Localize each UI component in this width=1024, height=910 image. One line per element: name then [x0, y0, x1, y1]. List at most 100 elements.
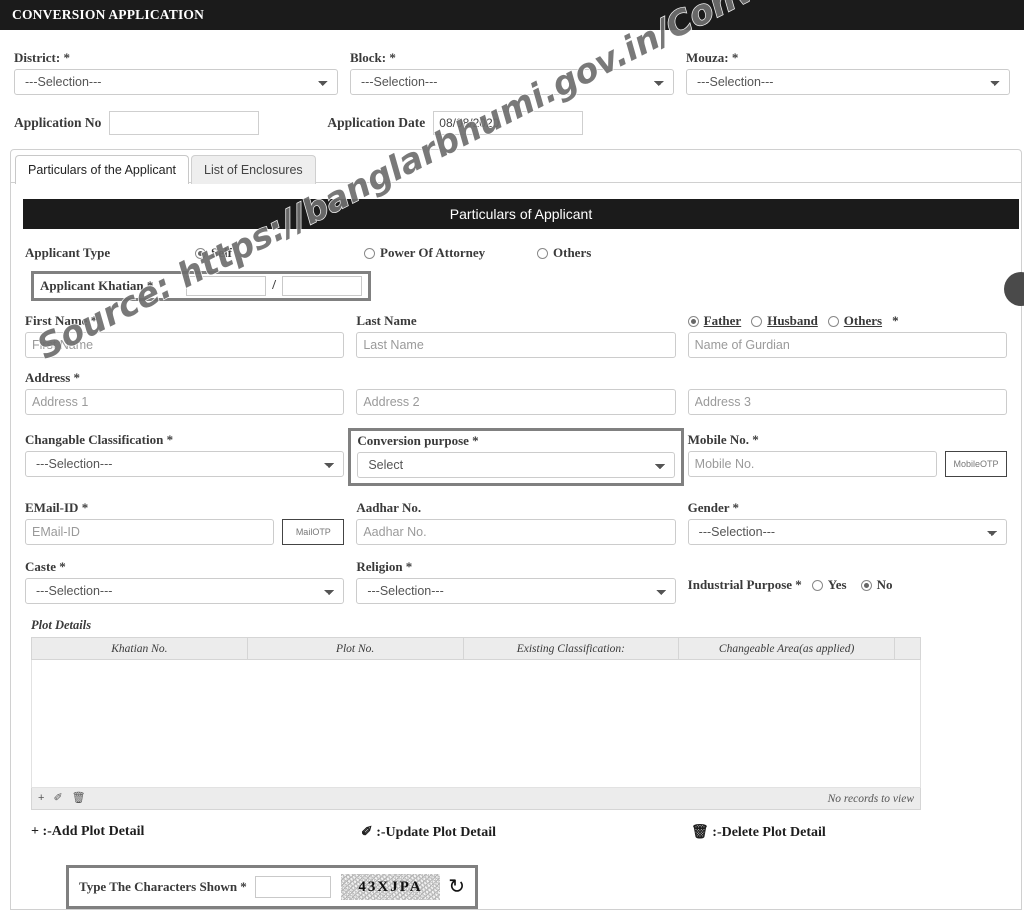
application-no-input[interactable]	[109, 111, 260, 135]
plot-details-section: Plot Details Khatian No. Plot No. Existi…	[11, 604, 1021, 810]
changable-classification-field: Changable Classification * ---Selection-…	[19, 432, 350, 486]
radio-label: Others	[843, 313, 883, 328]
address-label: Address *	[25, 370, 81, 385]
tab-list-of-enclosures[interactable]: List of Enclosures	[191, 155, 316, 184]
mobile-otp-button[interactable]: MobileOTP	[944, 451, 1007, 477]
address3-input[interactable]	[687, 389, 1007, 415]
radio-industrial-yes[interactable]: Yes	[811, 577, 847, 593]
radio-guardian-husband[interactable]: Husband	[751, 313, 818, 329]
guardian-radio-group: Father Husband Others *	[687, 313, 1007, 329]
gender-field: Gender * ---Selection---	[682, 500, 1013, 545]
mouza-label: Mouza: *	[686, 50, 739, 65]
email-input[interactable]	[25, 519, 275, 545]
address3-field: .	[682, 370, 1013, 415]
address1-input[interactable]	[25, 389, 345, 415]
radio-industrial-no[interactable]: No	[860, 577, 892, 593]
applicant-type-row: Applicant Type Self Power Of Attorney Ot…	[11, 229, 1021, 271]
radio-label: Yes	[827, 577, 847, 592]
block-label: Block: *	[350, 50, 396, 65]
radio-guardian-father[interactable]: Father	[687, 313, 741, 329]
radio-icon	[860, 579, 872, 591]
guardian-name-input[interactable]	[687, 332, 1007, 358]
col-existing-classification: Existing Classification:	[462, 637, 680, 660]
tab-label: Particulars of the Applicant	[28, 163, 176, 177]
add-icon[interactable]: +	[38, 793, 44, 804]
legend-update: ✐ :-Update Plot Detail	[361, 824, 691, 841]
name-row: First Name * Last Name Father Husband Ot…	[11, 301, 1021, 358]
refresh-icon[interactable]: ↻	[448, 877, 465, 897]
caste-label: Caste *	[25, 559, 66, 574]
tab-particulars-of-the-applicant[interactable]: Particulars of the Applicant	[15, 155, 189, 184]
radio-icon	[827, 315, 839, 327]
edit-icon[interactable]: ✐	[53, 793, 62, 804]
radio-guardian-others[interactable]: Others	[827, 313, 883, 329]
conversion-purpose-label: Conversion purpose *	[357, 433, 479, 448]
delete-icon: 🗑	[691, 825, 709, 840]
gender-select[interactable]: ---Selection---	[687, 519, 1007, 545]
address2-input[interactable]	[356, 389, 676, 415]
applicant-khatian-label: Applicant Khatian *	[40, 278, 154, 293]
guardian-field: Father Husband Others *	[682, 313, 1013, 358]
conversion-purpose-group: Conversion purpose * Select	[348, 428, 684, 486]
plot-details-footer: + ✐ 🗑 No records to view	[31, 788, 921, 810]
caste-row: Caste * ---Selection--- Religion * ---Se…	[11, 545, 1021, 604]
email-otp-label: MailOTP	[295, 527, 331, 537]
legend-add-text: :-Add Plot Detail	[42, 824, 145, 839]
tab-bar: Particulars of the Applicant List of Enc…	[10, 149, 1022, 184]
first-name-label: First Name *	[25, 313, 98, 328]
classification-row: Changable Classification * ---Selection-…	[11, 415, 1021, 486]
changable-classification-select[interactable]: ---Selection---	[25, 451, 345, 477]
plot-details-title: Plot Details	[31, 618, 92, 632]
aadhar-input[interactable]	[356, 519, 676, 545]
section-banner-label: Particulars of Applicant	[449, 206, 593, 222]
captcha-code: 43XJPA	[358, 878, 423, 895]
add-icon: +	[31, 824, 39, 839]
caste-field: Caste * ---Selection---	[19, 559, 350, 604]
block-select[interactable]: ---Selection---	[350, 69, 674, 95]
captcha-group: Type The Characters Shown * 43XJPA ↻	[66, 865, 478, 909]
last-name-label: Last Name	[356, 313, 417, 328]
section-banner: Particulars of Applicant	[23, 199, 1019, 229]
radio-applicant-type-others[interactable]: Others	[537, 245, 591, 261]
location-filter-row: District: * ---Selection--- Block: * ---…	[0, 30, 1024, 95]
application-date-input[interactable]	[433, 111, 584, 135]
religion-select[interactable]: ---Selection---	[356, 578, 676, 604]
radio-applicant-type-self[interactable]: Self	[195, 245, 358, 261]
app-title: CONVERSION APPLICATION	[12, 7, 205, 22]
applicant-khatian-input-1[interactable]	[186, 276, 267, 296]
radio-applicant-type-power-of-attorney[interactable]: Power Of Attorney	[364, 245, 531, 261]
radio-icon	[811, 579, 823, 591]
conversion-purpose-select[interactable]: Select	[357, 452, 675, 478]
mouza-field: Mouza: * ---Selection---	[680, 50, 1016, 95]
conversion-purpose-field: Conversion purpose * Select	[348, 428, 684, 486]
delete-icon[interactable]: 🗑	[72, 793, 86, 804]
email-otp-button[interactable]: MailOTP	[282, 519, 345, 545]
legend-update-text: :-Update Plot Detail	[376, 825, 496, 840]
legend-add: + :-Add Plot Detail	[31, 824, 361, 841]
captcha-image: 43XJPA	[340, 874, 441, 900]
edit-icon: ✐	[361, 825, 373, 840]
radio-label: Husband	[767, 313, 818, 328]
last-name-input[interactable]	[356, 332, 676, 358]
district-label: District: *	[14, 50, 70, 65]
plot-legend-row: + :-Add Plot Detail ✐ :-Update Plot Deta…	[11, 810, 921, 841]
applicant-khatian-input-2[interactable]	[282, 276, 362, 296]
radio-label: Self	[211, 245, 232, 260]
mobile-field: Mobile No. * MobileOTP	[682, 432, 1013, 486]
mobile-input[interactable]	[687, 451, 937, 477]
block-field: Block: * ---Selection---	[344, 50, 680, 95]
legend-delete: 🗑 :-Delete Plot Detail	[691, 824, 826, 841]
col-khatian-no: Khatian No.	[31, 637, 248, 660]
col-changeable-area: Changeable Area(as applied)	[678, 637, 895, 660]
table-empty-cell	[31, 659, 921, 788]
last-name-field: Last Name	[350, 313, 681, 358]
applicant-type-label: Applicant Type	[25, 245, 111, 260]
caste-select[interactable]: ---Selection---	[25, 578, 345, 604]
first-name-input[interactable]	[25, 332, 345, 358]
captcha-input[interactable]	[254, 876, 331, 898]
radio-icon	[364, 247, 375, 259]
district-select[interactable]: ---Selection---	[14, 69, 338, 95]
mouza-select[interactable]: ---Selection---	[686, 69, 1010, 95]
address2-field: .	[350, 370, 681, 415]
email-field: EMail-ID * MailOTP	[19, 500, 350, 545]
